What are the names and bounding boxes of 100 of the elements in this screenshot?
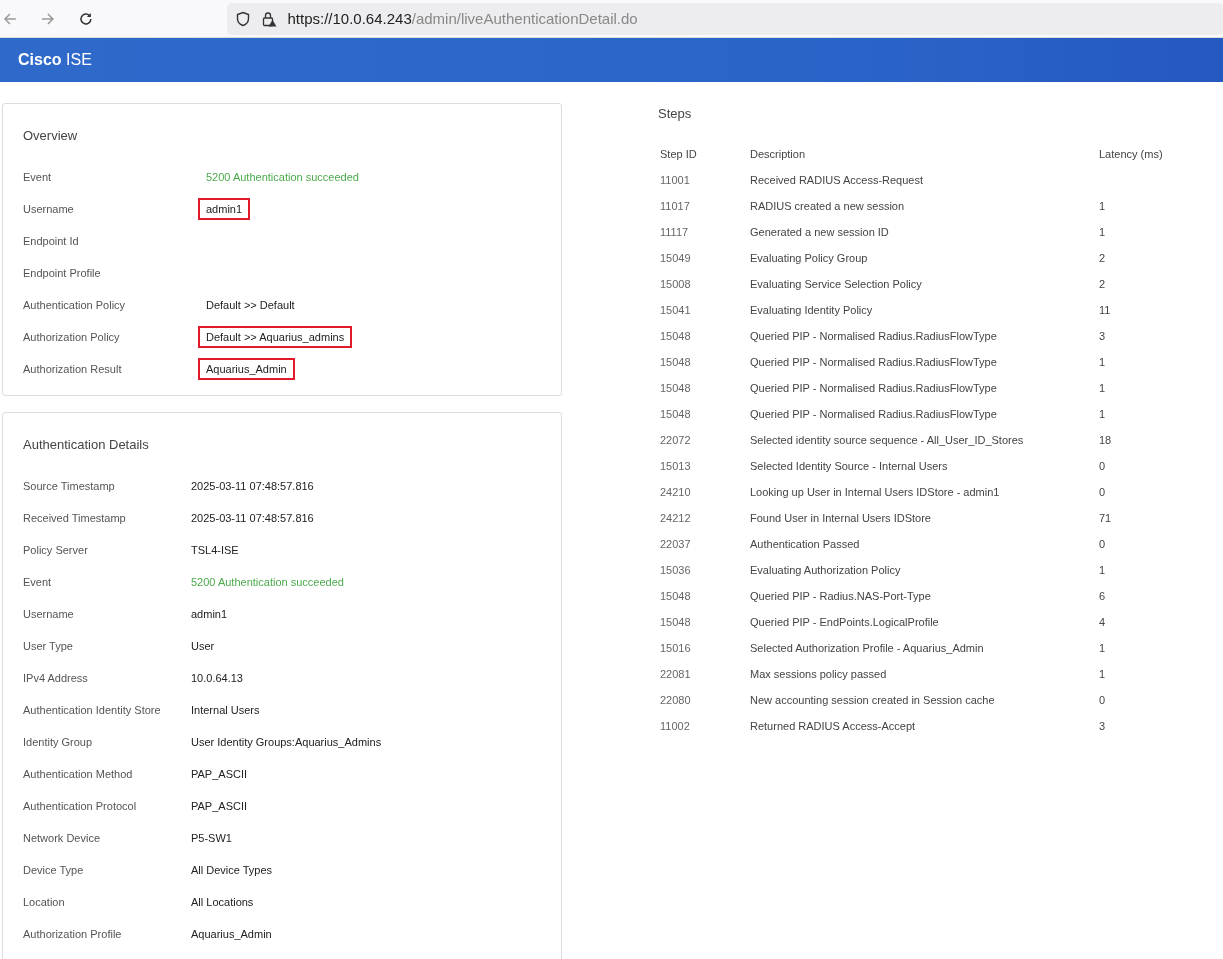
table-cell: Evaluating Policy Group <box>750 252 868 264</box>
table-cell: 11117 <box>660 226 689 238</box>
table-cell: 6 <box>1099 590 1106 602</box>
table-cell: 1 <box>1099 668 1106 680</box>
field-label: Username <box>23 608 75 620</box>
field-label: Network Device <box>23 832 102 844</box>
table-cell: Received RADIUS Access-Request <box>750 174 923 186</box>
table-cell: Generated a new session ID <box>750 226 889 238</box>
field-label: Endpoint Profile <box>23 267 102 279</box>
field-label: Authorization Policy <box>23 331 121 343</box>
field-label: Endpoint Id <box>23 235 80 247</box>
table-cell: 15048 <box>660 356 691 368</box>
field-value: PAP_ASCII <box>191 768 248 780</box>
table-cell: Evaluating Identity Policy <box>750 304 873 316</box>
table-cell: 11002 <box>660 720 690 732</box>
field-value: 10.0.64.13 <box>191 672 243 684</box>
column-header: Latency (ms) <box>1098 147 1164 162</box>
table-cell: 0 <box>1099 460 1106 472</box>
table-cell: 1 <box>1099 408 1106 420</box>
table-cell: 22072 <box>660 434 691 446</box>
field-value: User <box>191 640 215 652</box>
field-label: Received Timestamp <box>23 512 127 524</box>
field-label: Policy Server <box>23 544 89 556</box>
brand-title: Cisco ISE <box>18 51 92 69</box>
table-cell: Queried PIP - Normalised Radius.RadiusFlowType <box>750 330 997 342</box>
column-header: Step ID <box>659 147 698 162</box>
table-cell: 15013 <box>660 460 691 472</box>
address-bar[interactable]: https://10.0.64.243/admin/liveAuthenticationDetail.do <box>227 2 1223 35</box>
table-cell: 24212 <box>660 512 691 524</box>
field-value: Internal Users <box>191 704 260 716</box>
field-label: Device Type <box>23 864 85 876</box>
field-value: User Identity Groups:Aquarius_Admins <box>191 736 382 748</box>
table-cell: 18 <box>1099 434 1112 446</box>
field-value: All Device Types <box>191 864 273 876</box>
table-cell: 15048 <box>660 616 691 628</box>
table-cell: 3 <box>1099 720 1106 732</box>
table-cell: Queried PIP - Normalised Radius.RadiusFlowType <box>750 356 997 368</box>
table-cell: Evaluating Service Selection Policy <box>750 278 922 290</box>
field-value: All Locations <box>191 896 254 908</box>
table-cell: 11 <box>1099 304 1111 316</box>
table-cell: 1 <box>1099 564 1106 576</box>
table-cell: 15048 <box>660 408 691 420</box>
field-label: Authentication Policy <box>23 299 127 311</box>
table-cell: 2 <box>1099 278 1106 290</box>
table-cell: 0 <box>1099 486 1106 498</box>
table-cell: 0 <box>1099 538 1106 550</box>
field-value: Default >> Aquarius_admins <box>198 326 353 348</box>
table-cell: 15036 <box>660 564 691 576</box>
table-cell: Found User in Internal Users IDStore <box>750 512 931 524</box>
field-value: P5-SW1 <box>191 832 232 844</box>
field-value: Aquarius_Admin <box>191 928 272 940</box>
table-cell: 15041 <box>660 304 691 316</box>
field-label: Authorization Result <box>23 363 123 375</box>
table-cell: Queried PIP - Normalised Radius.RadiusFlowType <box>750 408 997 420</box>
table-cell: New accounting session created in Session cache <box>750 694 995 706</box>
field-label: IPv4 Address <box>23 672 89 684</box>
field-value: 5200 Authentication succeeded <box>191 576 344 588</box>
table-cell: 15048 <box>660 590 691 602</box>
table-cell: 1 <box>1099 382 1106 394</box>
field-value: 2025-03-11 07:48:57.816 <box>191 480 314 492</box>
field-value: 2025-03-11 07:48:57.816 <box>191 512 314 524</box>
table-cell: 22081 <box>660 668 691 680</box>
field-label: Location <box>23 896 66 908</box>
table-cell: Selected Authorization Profile - Aquarius_Admin <box>750 642 984 654</box>
table-cell: 15048 <box>660 330 691 342</box>
field-label: Authorization Profile <box>23 928 123 940</box>
field-label: Username <box>23 203 75 215</box>
reload-icon[interactable] <box>77 10 94 27</box>
table-cell: 4 <box>1099 616 1106 628</box>
table-cell: RADIUS created a new session <box>750 200 905 212</box>
table-cell: Selected Identity Source - Internal Users <box>750 460 948 472</box>
table-cell: Queried PIP - Normalised Radius.RadiusFlowType <box>750 382 997 394</box>
field-value: TSL4-ISE <box>191 544 239 556</box>
field-label: Event <box>23 576 53 588</box>
card-title: Authentication Details <box>23 437 150 452</box>
table-cell: 1 <box>1099 356 1106 368</box>
table-cell: Looking up User in Internal Users IDStore - admin1 <box>750 486 1000 498</box>
field-label: Authentication Method <box>23 768 134 780</box>
column-header: Description <box>749 147 807 162</box>
field-value: Aquarius_Admin <box>198 358 295 380</box>
table-cell: Authentication Passed <box>750 538 860 550</box>
shield-icon[interactable] <box>235 10 252 27</box>
table-cell: 1 <box>1099 642 1106 654</box>
field-value: 5200 Authentication succeeded <box>205 170 360 185</box>
card-title: Overview <box>23 128 79 143</box>
field-value: Default >> Default <box>205 298 296 313</box>
table-cell: 15048 <box>660 382 691 394</box>
lock-warning-icon[interactable] <box>261 10 278 27</box>
table-cell: 3 <box>1099 330 1106 342</box>
table-cell: 1 <box>1099 200 1106 212</box>
field-label: Event <box>23 171 53 183</box>
field-label: Identity Group <box>23 736 94 748</box>
table-cell: Evaluating Authorization Policy <box>750 564 901 576</box>
table-cell: Queried PIP - EndPoints.LogicalProfile <box>750 616 939 628</box>
table-cell: 15049 <box>660 252 691 264</box>
table-cell: 22080 <box>660 694 691 706</box>
table-cell: 24210 <box>660 486 691 498</box>
field-value: admin1 <box>191 608 228 620</box>
field-value: PAP_ASCII <box>191 800 248 812</box>
table-cell: Selected identity source sequence - All_User_ID_Stores <box>750 434 1024 446</box>
